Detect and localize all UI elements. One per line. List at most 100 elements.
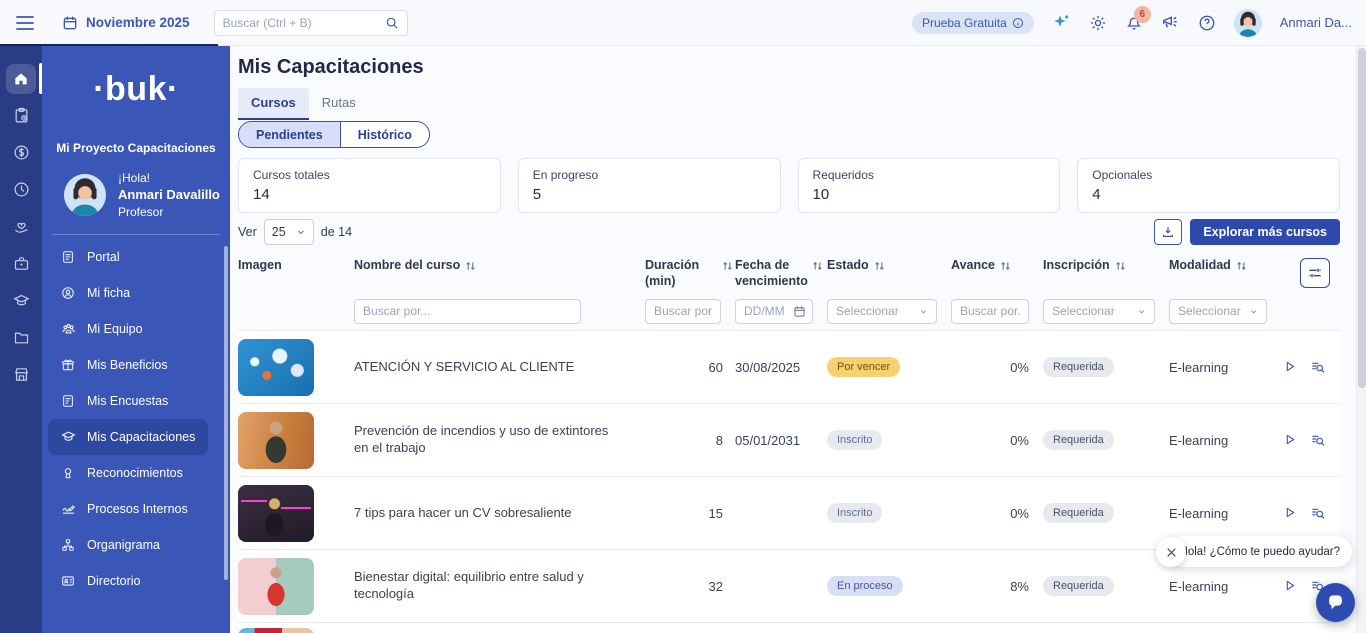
sort-icon[interactable] [812, 260, 823, 272]
avance-filter-input[interactable] [951, 299, 1029, 324]
course-duration: 8 [716, 433, 735, 448]
trial-badge[interactable]: Prueba Gratuita [912, 12, 1034, 34]
page-scrollbar-thumb[interactable] [1358, 48, 1366, 388]
calendar-icon[interactable] [793, 305, 806, 318]
user-avatar[interactable] [1234, 9, 1262, 37]
sidebar-item-mis-encuestas[interactable]: Mis Encuestas [48, 383, 208, 419]
hamburger-menu-icon[interactable] [16, 15, 34, 31]
explore-courses-button[interactable]: Explorar más cursos [1190, 219, 1340, 245]
sort-icon[interactable] [1115, 260, 1126, 272]
courses-table: Imagen Nombre del curso Duración (min) F… [238, 252, 1340, 633]
column-header-estado[interactable]: Estado [827, 258, 951, 274]
of-total-label: de 14 [321, 225, 352, 239]
sidebar-item-mis-beneficios[interactable]: Mis Beneficios [48, 347, 208, 383]
sort-icon[interactable] [1000, 260, 1011, 272]
estado-filter-select[interactable]: Seleccionar [827, 299, 937, 324]
ai-sparkle-icon[interactable] [1052, 13, 1071, 32]
chevron-down-icon [1249, 307, 1258, 316]
status-badge: Inscrito [827, 503, 882, 523]
tab-cursos[interactable]: Cursos [238, 88, 309, 120]
search-icon[interactable] [385, 16, 399, 30]
sidebar-item-portal[interactable]: Portal [48, 239, 208, 275]
inscripcion-filter-select[interactable]: Seleccionar [1043, 299, 1155, 324]
view-toggle: Pendientes Histórico [238, 121, 430, 148]
stat-value: 14 [253, 186, 486, 203]
download-button[interactable] [1154, 219, 1182, 245]
rail-marketplace-icon[interactable] [0, 356, 42, 393]
sidebar-item-organigrama[interactable]: Organigrama [48, 527, 208, 563]
sidebar-item-label: Organigrama [87, 538, 160, 552]
course-name: Bienestar digital: equilibrio entre salu… [354, 569, 645, 603]
topbar-actions: Prueba Gratuita 6 Anmari Da... [912, 9, 1352, 37]
sidebar-item-mis-capacitaciones[interactable]: Mis Capacitaciones [48, 419, 208, 455]
sidebar-scrollbar-thumb[interactable] [224, 246, 228, 580]
rail-documents-icon[interactable] [0, 319, 42, 356]
help-icon[interactable] [1198, 14, 1216, 32]
play-course-button[interactable] [1282, 505, 1297, 521]
sidebar-item-label: Mi ficha [87, 286, 130, 300]
course-details-button[interactable] [1310, 432, 1326, 448]
stat-card-requeridos: Requeridos 10 [798, 158, 1061, 213]
profile-avatar[interactable] [64, 174, 106, 216]
play-course-button[interactable] [1282, 432, 1297, 448]
sidebar-item-reconocimientos[interactable]: Reconocimientos [48, 455, 208, 491]
column-header-avance[interactable]: Avance [951, 258, 1043, 274]
toggle-historico[interactable]: Histórico [340, 122, 429, 147]
duration-filter-input[interactable] [645, 299, 721, 324]
announcements-megaphone-icon[interactable] [1161, 13, 1180, 32]
person-circle-icon [60, 286, 76, 300]
download-icon [1161, 225, 1175, 239]
rail-clipboard-icon[interactable] [0, 97, 42, 134]
sidebar-item-directorio[interactable]: Directorio [48, 563, 208, 599]
play-course-button[interactable] [1282, 359, 1297, 375]
course-details-button[interactable] [1310, 359, 1326, 375]
rail-home-icon[interactable] [0, 60, 42, 97]
period-label: Noviembre 2025 [86, 15, 190, 30]
sidebar-item-mi-ficha[interactable]: Mi ficha [48, 275, 208, 311]
notifications-bell-icon[interactable]: 6 [1125, 14, 1143, 32]
chat-launcher-button[interactable] [1316, 583, 1355, 622]
course-details-button[interactable] [1310, 505, 1326, 521]
date-filter-input[interactable]: DD/MM [735, 299, 813, 324]
course-due-date: 30/08/2025 [735, 360, 827, 375]
tabs: Cursos Rutas [238, 88, 369, 120]
rail-benefits-icon[interactable] [0, 245, 42, 282]
settings-gear-icon[interactable] [1089, 14, 1107, 32]
column-header-fecha[interactable]: Fecha de vencimiento [735, 258, 827, 289]
sidebar-item-label: Procesos Internos [87, 502, 188, 516]
rail-payments-icon[interactable] [0, 134, 42, 171]
search-input[interactable] [223, 16, 385, 30]
column-header-nombre[interactable]: Nombre del curso [354, 258, 645, 274]
tab-rutas[interactable]: Rutas [309, 88, 369, 120]
stat-value: 10 [813, 186, 1046, 203]
course-thumbnail [238, 412, 314, 469]
page-size-select[interactable]: 25 [264, 219, 314, 245]
period-selector[interactable]: Noviembre 2025 [62, 15, 190, 31]
name-filter-input[interactable] [354, 299, 581, 324]
module-rail [0, 46, 42, 633]
user-name[interactable]: Anmari Da... [1280, 15, 1352, 30]
sidebar-item-mi-equipo[interactable]: Mi Equipo [48, 311, 208, 347]
sort-icon[interactable] [465, 260, 476, 272]
course-duration: 60 [709, 360, 735, 375]
column-header-duracion[interactable]: Duración (min) [645, 258, 735, 289]
rail-wellbeing-icon[interactable] [0, 208, 42, 245]
chat-tooltip-close-button[interactable] [1156, 537, 1186, 567]
rail-time-icon[interactable] [0, 171, 42, 208]
play-course-button[interactable] [1282, 578, 1297, 594]
global-search[interactable] [214, 10, 408, 36]
course-duration: 15 [709, 506, 735, 521]
course-name: 7 tips para hacer un CV sobresaliente [354, 505, 645, 522]
column-header-modalidad[interactable]: Modalidad [1169, 258, 1281, 274]
chevron-down-icon [296, 227, 306, 237]
sort-icon[interactable] [1236, 260, 1247, 272]
sort-icon[interactable] [722, 260, 733, 272]
toggle-pendientes[interactable]: Pendientes [239, 122, 340, 147]
rail-training-icon[interactable] [0, 282, 42, 319]
modalidad-filter-select[interactable]: Seleccionar [1169, 299, 1267, 324]
course-progress: 0% [1010, 360, 1043, 375]
column-header-inscripcion[interactable]: Inscripción [1043, 258, 1169, 274]
sidebar-item-procesos-internos[interactable]: Procesos Internos [48, 491, 208, 527]
column-settings-button[interactable] [1300, 258, 1330, 288]
sort-icon[interactable] [874, 260, 885, 272]
